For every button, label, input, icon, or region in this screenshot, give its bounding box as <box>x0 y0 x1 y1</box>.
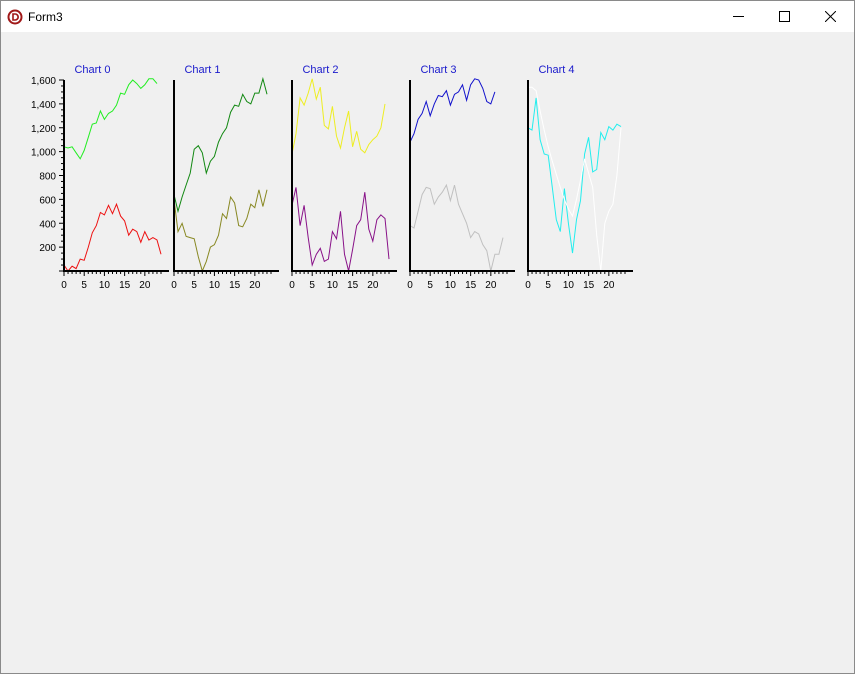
x-tick-label: 20 <box>367 280 379 291</box>
minimize-button[interactable] <box>716 1 762 32</box>
x-tick-label: 5 <box>81 280 87 291</box>
x-tick-label: 10 <box>563 280 575 291</box>
y-tick-label: 1,200 <box>31 124 56 135</box>
x-tick-label: 15 <box>119 280 131 291</box>
y-tick-label: 1,000 <box>31 148 56 159</box>
x-tick-label: 20 <box>139 280 151 291</box>
chart-title: Chart 0 <box>74 64 110 76</box>
series-line-1 <box>63 202 162 272</box>
x-tick-label: 20 <box>485 280 497 291</box>
x-tick-label: 5 <box>191 280 197 291</box>
chart-title: Chart 2 <box>302 64 338 76</box>
chart-0: Chart 0 0 5 10 15 20 200 400 600 800 1,000 1,200 1,4… <box>31 64 169 291</box>
maximize-button[interactable] <box>762 1 808 32</box>
form-client-area: Chart 0 0 5 10 15 20 200 400 600 800 1,000 1,200 1,4… <box>1 32 854 673</box>
chart-4: Chart 4 0 5 10 15 20 <box>525 64 633 291</box>
chart-title: Chart 1 <box>184 64 220 76</box>
minimize-icon <box>733 16 744 17</box>
series-line-1 <box>173 189 268 273</box>
chart-2: Chart 2 0 5 10 15 20 <box>289 64 397 291</box>
title-bar[interactable]: Form3 <box>1 1 854 32</box>
x-tick-label: 10 <box>209 280 221 291</box>
x-tick-label: 15 <box>229 280 241 291</box>
window-title: Form3 <box>28 10 63 24</box>
app-window: Form3 Chart 0 0 5 10 15 20 200 400 600 800 1,000 1,… <box>0 0 855 674</box>
series-line-0 <box>409 78 496 143</box>
x-tick-label: 15 <box>465 280 477 291</box>
x-tick-label: 0 <box>407 280 413 291</box>
delphi-logo-icon <box>7 9 23 25</box>
x-tick-label: 15 <box>583 280 595 291</box>
chart-1: Chart 1 0 5 10 15 20 <box>171 64 279 291</box>
x-tick-label: 10 <box>327 280 339 291</box>
series-line-1 <box>291 187 390 272</box>
x-tick-label: 5 <box>309 280 315 291</box>
y-tick-label: 1,400 <box>31 100 56 111</box>
y-tick-label: 800 <box>39 172 56 183</box>
y-tick-label: 400 <box>39 219 56 230</box>
x-tick-label: 20 <box>603 280 615 291</box>
y-tick-label: 200 <box>39 243 56 254</box>
close-icon <box>825 11 836 22</box>
series-line-0 <box>173 76 268 214</box>
x-tick-label: 0 <box>171 280 177 291</box>
x-tick-label: 0 <box>525 280 531 291</box>
x-tick-label: 5 <box>427 280 433 291</box>
x-tick-label: 0 <box>61 280 67 291</box>
chart-title: Chart 3 <box>420 64 456 76</box>
maximize-icon <box>779 11 790 22</box>
series-line-0 <box>291 78 386 155</box>
x-tick-label: 15 <box>347 280 359 291</box>
y-tick-label: 1,600 <box>31 76 56 87</box>
charts-panel: Chart 00 5 10 15 202004006008001,0001,2001,4… <box>31 64 633 291</box>
y-tick-label: 600 <box>39 195 56 206</box>
series-line-1 <box>528 86 622 272</box>
x-tick-label: 10 <box>445 280 457 291</box>
chart-title: Chart 4 <box>538 64 574 76</box>
x-tick-label: 20 <box>249 280 261 291</box>
x-tick-label: 5 <box>545 280 551 291</box>
x-tick-label: 0 <box>289 280 295 291</box>
series-line-0 <box>63 78 158 160</box>
close-button[interactable] <box>808 1 854 32</box>
chart-3: Chart 3 0 5 10 15 20 <box>407 64 515 291</box>
x-tick-label: 10 <box>99 280 111 291</box>
series-line-1 <box>409 183 504 272</box>
